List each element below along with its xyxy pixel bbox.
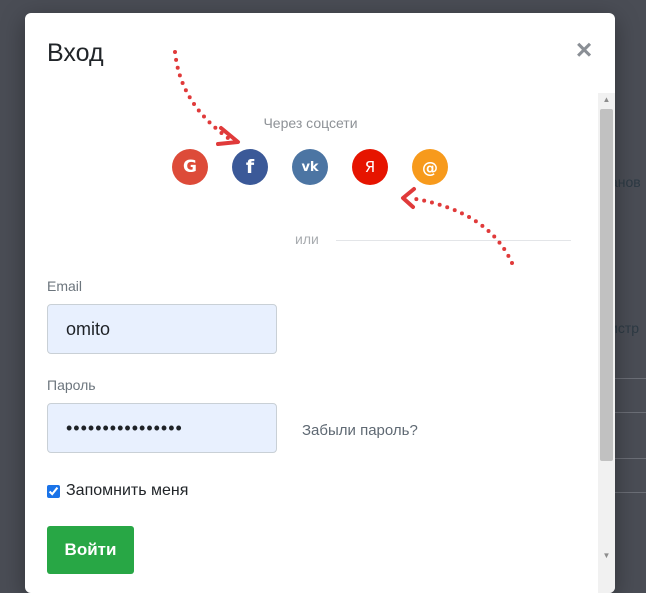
forgot-password-link[interactable]: Забыли пароль? bbox=[302, 422, 418, 439]
scroll-down-icon[interactable]: ▼ bbox=[598, 549, 615, 563]
modal-body: Через соцсети G f vk Я @ или Email Парол bbox=[25, 93, 615, 593]
facebook-icon: f bbox=[245, 156, 255, 178]
remember-me[interactable]: Запомнить меня bbox=[47, 482, 188, 500]
yandex-login-button[interactable]: Я bbox=[352, 149, 388, 185]
mailru-icon: @ bbox=[422, 157, 438, 177]
login-modal: Вход × Через соцсети G f vk Я @ или Emai bbox=[25, 13, 615, 593]
google-icon: G bbox=[183, 157, 197, 177]
social-caption: Через соцсети bbox=[263, 115, 358, 131]
close-button[interactable]: × bbox=[571, 36, 597, 64]
email-field[interactable] bbox=[47, 304, 277, 354]
vk-icon: vk bbox=[301, 159, 319, 175]
scroll-up-icon[interactable]: ▲ bbox=[598, 93, 615, 107]
remember-me-label: Запомнить меня bbox=[66, 482, 189, 499]
background-divider bbox=[614, 412, 646, 413]
vk-login-button[interactable]: vk bbox=[292, 149, 328, 185]
background-divider bbox=[614, 378, 646, 379]
login-submit-button[interactable]: Войти bbox=[47, 526, 134, 574]
email-label: Email bbox=[47, 278, 83, 294]
mailru-login-button[interactable]: @ bbox=[412, 149, 448, 185]
or-divider-text: или bbox=[295, 231, 319, 247]
google-login-button[interactable]: G bbox=[172, 149, 208, 185]
or-divider-line bbox=[336, 240, 571, 241]
password-label: Пароль bbox=[47, 377, 96, 393]
password-field[interactable] bbox=[47, 403, 277, 453]
background-divider bbox=[614, 458, 646, 459]
background-divider bbox=[614, 492, 646, 493]
scroll-thumb[interactable] bbox=[600, 109, 613, 461]
facebook-login-button[interactable]: f bbox=[232, 149, 268, 185]
modal-title: Вход bbox=[47, 39, 104, 67]
remember-me-checkbox[interactable] bbox=[47, 484, 60, 498]
yandex-icon: Я bbox=[364, 158, 376, 176]
modal-scrollbar[interactable]: ▲ ▼ bbox=[598, 93, 615, 593]
